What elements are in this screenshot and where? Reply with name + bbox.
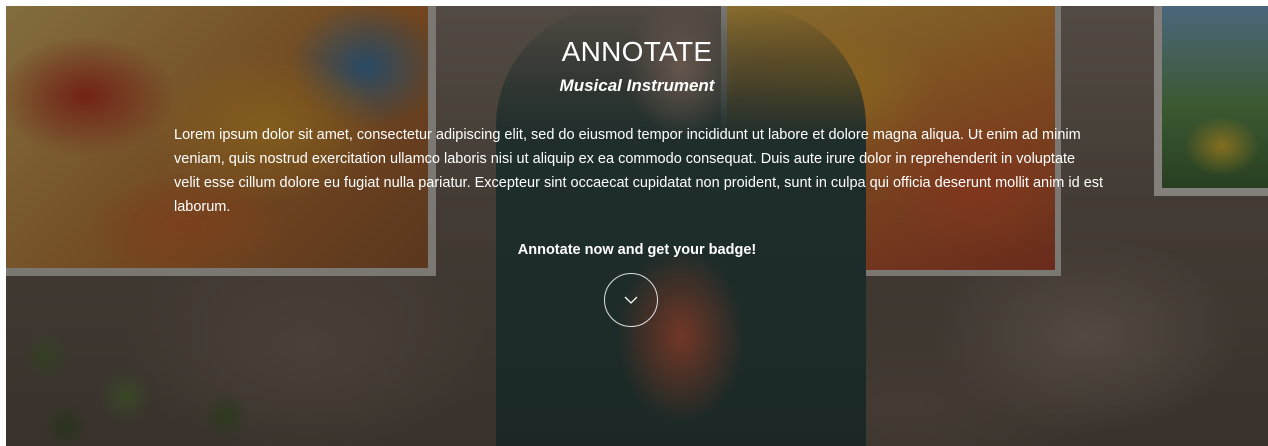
hero-content: ANNOTATE Musical Instrument Lorem ipsum … — [6, 6, 1268, 446]
scroll-down-button[interactable] — [604, 273, 658, 327]
chevron-down-icon — [624, 296, 638, 304]
hero-call-to-action: Annotate now and get your badge! — [517, 242, 757, 258]
hero-subtitle: Musical Instrument — [559, 76, 715, 95]
hero-title: ANNOTATE — [561, 36, 713, 67]
hero-description: Lorem ipsum dolor sit amet, consectetur … — [174, 127, 1104, 215]
hero-banner: ANNOTATE Musical Instrument Lorem ipsum … — [6, 6, 1268, 446]
